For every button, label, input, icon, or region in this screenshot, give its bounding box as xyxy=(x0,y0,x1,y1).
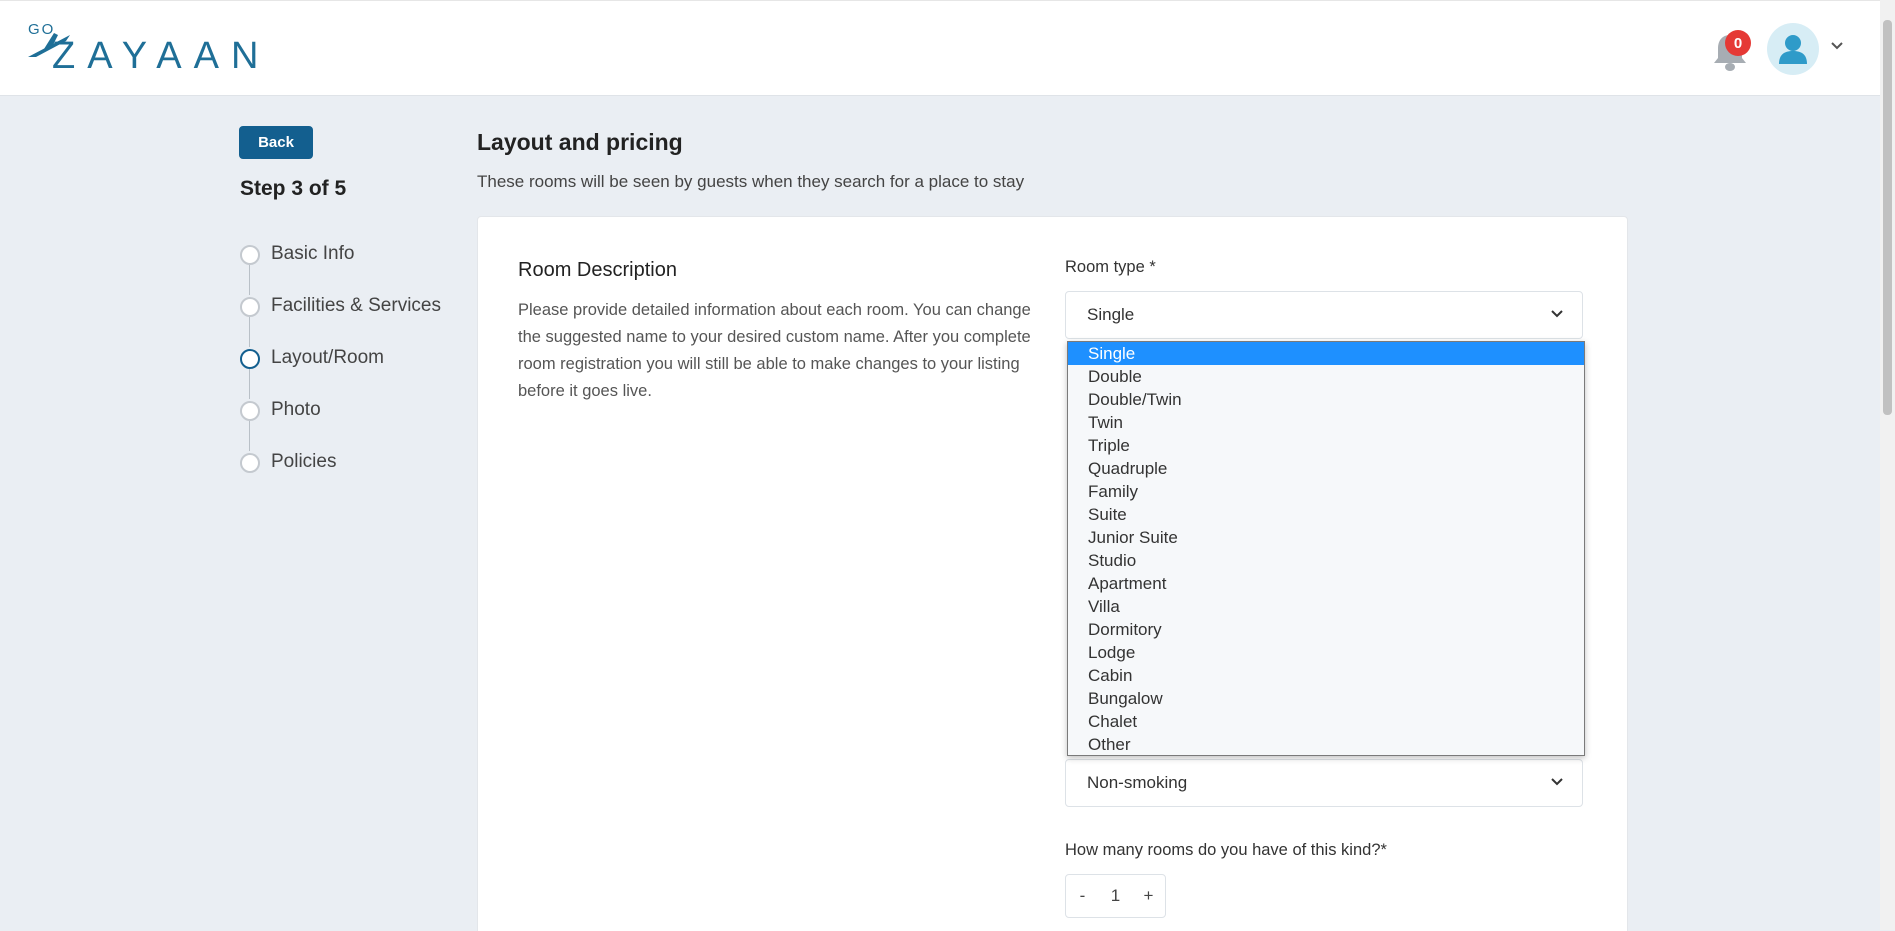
room-type-option[interactable]: Bungalow xyxy=(1068,687,1584,710)
smoking-policy-select[interactable]: Non-smoking xyxy=(1065,759,1583,807)
room-type-option[interactable]: Junior Suite xyxy=(1068,526,1584,549)
user-avatar[interactable] xyxy=(1767,23,1819,75)
room-type-option[interactable]: Other xyxy=(1068,733,1584,756)
scrollbar-thumb[interactable] xyxy=(1883,20,1892,415)
step-circle-icon xyxy=(240,245,260,265)
room-type-option[interactable]: Single xyxy=(1068,342,1584,365)
page-subtitle: These rooms will be seen by guests when … xyxy=(477,172,1025,191)
room-type-option[interactable]: Studio xyxy=(1068,549,1584,572)
step-circle-icon xyxy=(240,453,260,473)
step-circle-icon xyxy=(240,349,260,369)
step-connector xyxy=(249,369,250,399)
smoking-policy-value: Non-smoking xyxy=(1087,773,1188,792)
room-type-option[interactable]: Cabin xyxy=(1068,664,1584,687)
step-label: Layout/Room xyxy=(271,347,385,368)
step-indicator: Step 3 of 5 xyxy=(240,177,347,200)
logo[interactable]: GO ZAYAAN xyxy=(24,21,258,77)
increment-button[interactable]: + xyxy=(1132,886,1165,906)
room-type-option[interactable]: Villa xyxy=(1068,595,1584,618)
step-connector xyxy=(249,421,250,451)
step-label: Policies xyxy=(271,451,337,472)
user-icon xyxy=(1779,35,1807,64)
room-count-stepper: - 1 + xyxy=(1065,874,1166,918)
room-count-value[interactable]: 1 xyxy=(1099,886,1132,906)
step-label: Basic Info xyxy=(271,243,355,264)
chevron-down-icon xyxy=(1551,778,1563,786)
step-label: Photo xyxy=(271,399,321,420)
room-type-option[interactable]: Suite xyxy=(1068,503,1584,526)
room-type-select[interactable]: Single xyxy=(1065,291,1583,339)
step-connector xyxy=(249,265,250,295)
step-connector xyxy=(249,317,250,347)
logo-brand-text: ZAYAAN xyxy=(52,35,271,77)
room-type-option[interactable]: Quadruple xyxy=(1068,457,1584,480)
room-type-option[interactable]: Family xyxy=(1068,480,1584,503)
top-header: GO ZAYAAN 0 xyxy=(0,0,1880,96)
back-button[interactable]: Back xyxy=(239,126,313,159)
chevron-down-icon xyxy=(1551,310,1563,318)
step-circle-icon xyxy=(240,297,260,317)
room-type-option[interactable]: Triple xyxy=(1068,434,1584,457)
room-type-option[interactable]: Double xyxy=(1068,365,1584,388)
room-description-text: Please provide detailed information abou… xyxy=(518,301,1031,400)
room-type-label: Room type * xyxy=(1065,258,1156,276)
step-label: Facilities & Services xyxy=(271,295,441,316)
step-circle-icon xyxy=(240,401,260,421)
page-scrollbar[interactable] xyxy=(1880,0,1895,930)
room-type-option[interactable]: Double/Twin xyxy=(1068,388,1584,411)
room-type-options-list[interactable]: Single Double Double/Twin Twin Triple Qu… xyxy=(1067,341,1585,756)
chevron-down-icon[interactable] xyxy=(1830,41,1844,51)
room-type-option[interactable]: Apartment xyxy=(1068,572,1584,595)
room-type-option[interactable]: Lodge xyxy=(1068,641,1584,664)
notification-count-badge: 0 xyxy=(1725,30,1751,56)
room-type-value: Single xyxy=(1087,305,1135,324)
room-description-title: Room Description xyxy=(518,259,677,281)
page-title: Layout and pricing xyxy=(477,129,683,155)
room-type-option[interactable]: Chalet xyxy=(1068,710,1584,733)
room-type-option[interactable]: Twin xyxy=(1068,411,1584,434)
room-type-option[interactable]: Dormitory xyxy=(1068,618,1584,641)
room-count-label: How many rooms do you have of this kind?… xyxy=(1065,841,1387,859)
decrement-button[interactable]: - xyxy=(1066,886,1099,906)
